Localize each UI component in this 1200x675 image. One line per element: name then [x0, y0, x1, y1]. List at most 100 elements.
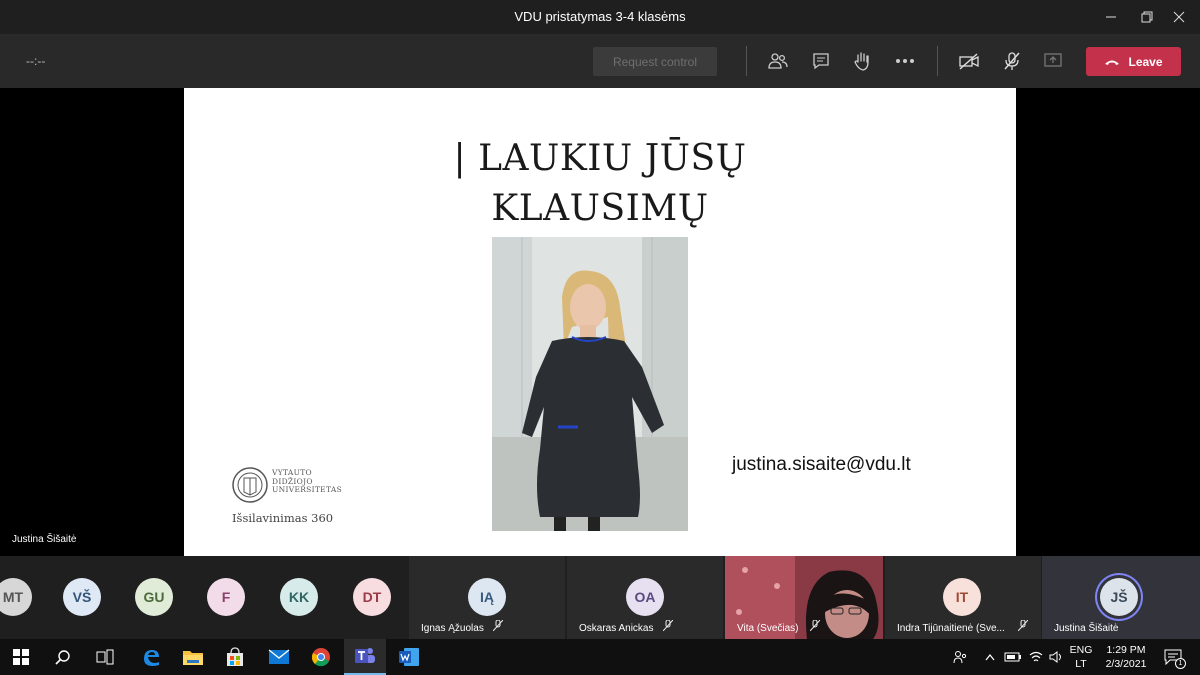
more-actions-button[interactable]: [890, 47, 920, 75]
microphone-off-icon: [1004, 52, 1020, 70]
raise-hand-icon: [854, 52, 869, 71]
clock-time: 1:29 PM: [1106, 644, 1146, 656]
leave-button[interactable]: Leave: [1086, 47, 1181, 76]
participant-avatar[interactable]: KK: [280, 578, 318, 616]
battery-status[interactable]: [1002, 639, 1024, 675]
presenter-photo: [492, 237, 688, 531]
wifi-icon: [1029, 651, 1043, 662]
toolbar-separator: [937, 46, 938, 76]
word-icon: [399, 648, 419, 666]
chrome-icon: [311, 648, 330, 667]
university-logo: VYTAUTO DIDŽIOJO UNIVERSITETAS Išsilavin…: [230, 466, 370, 530]
chevron-up-icon: [985, 654, 995, 661]
participant-avatar: IT: [943, 578, 981, 616]
mail-icon: [268, 649, 290, 664]
participant-avatar[interactable]: DT: [353, 578, 391, 616]
window-title-bar: VDU pristatymas 3-4 klasėms: [0, 0, 1200, 34]
camera-toggle-button[interactable]: [954, 47, 984, 75]
windows-taskbar: ENG LT 1:29 PM 2/3/2021 1: [0, 639, 1200, 675]
participant-tile[interactable]: IĄ Ignas Ąžuolas: [409, 556, 565, 639]
contact-email: justina.sisaite@vdu.lt: [732, 454, 911, 475]
action-center-button[interactable]: 1: [1160, 639, 1186, 675]
taskbar-edge[interactable]: [130, 639, 172, 675]
store-icon: [227, 647, 243, 666]
participant-name: Oskaras Anickas: [579, 623, 654, 634]
battery-icon: [1004, 652, 1021, 662]
participant-avatar[interactable]: VŠ: [63, 578, 101, 616]
chat-icon: [813, 53, 829, 70]
participant-name: Justina Šišaitė: [1054, 623, 1119, 634]
microphone-toggle-button[interactable]: [997, 47, 1027, 75]
logo-tagline: Išsilavinimas 360: [232, 511, 334, 525]
restore-icon: [1141, 11, 1153, 23]
folder-icon: [183, 651, 203, 665]
taskbar-store[interactable]: [214, 639, 256, 675]
notification-count-badge: 1: [1175, 658, 1186, 669]
meeting-toolbar: --:-- Request control Leave: [0, 34, 1200, 88]
leave-label: Leave: [1128, 54, 1163, 69]
task-view-button[interactable]: [84, 639, 126, 675]
taskbar-word[interactable]: [388, 639, 430, 675]
speaker-icon: [1049, 651, 1061, 663]
hang-up-icon: [1105, 60, 1120, 65]
mic-muted-icon: [662, 619, 674, 634]
toolbar-separator: [746, 46, 747, 76]
minimize-icon: [1106, 16, 1116, 18]
clock-date: 2/3/2021: [1105, 658, 1147, 670]
task-view-icon: [96, 649, 114, 665]
participant-strip: MT VŠ GU F KK DT IĄ Ignas Ąžuolas OA Osk…: [0, 556, 1200, 639]
slide-title-line-2: KLAUSIMŲ: [491, 188, 709, 229]
people-tray[interactable]: [950, 639, 970, 675]
more-icon: [896, 59, 914, 63]
participant-tile[interactable]: OA Oskaras Anickas: [567, 556, 723, 639]
language-code: ENG: [1069, 644, 1093, 656]
logo-line-3: UNIVERSITETAS: [272, 485, 343, 494]
network-status[interactable]: [1026, 639, 1046, 675]
participant-avatar: IĄ: [468, 578, 506, 616]
volume-control[interactable]: [1046, 639, 1066, 675]
keyboard-layout: LT: [1075, 658, 1087, 670]
close-window-button[interactable]: [1156, 0, 1200, 34]
windows-icon: [13, 649, 29, 665]
shared-content-stage: | LAUKIU JŪSŲ KLAUSIMŲ justina.sisaite@v…: [0, 88, 1200, 556]
presenter-photo-image: [492, 237, 688, 531]
raise-hand-button[interactable]: [847, 47, 877, 75]
participants-button[interactable]: [763, 47, 793, 75]
participant-tile-self[interactable]: JŠ Justina Šišaitė: [1042, 556, 1200, 639]
participant-video-tile[interactable]: Vita (Svečias): [725, 556, 883, 639]
start-button[interactable]: [0, 639, 42, 675]
participant-avatar-speaking: JŠ: [1100, 578, 1138, 616]
meeting-timer: --:--: [26, 54, 46, 68]
mic-muted-icon: [492, 619, 504, 634]
participant-name: Indra Tijūnaitienė (Sve...: [897, 623, 1005, 634]
people-icon: [953, 651, 967, 664]
taskbar-file-explorer[interactable]: [172, 639, 214, 675]
mic-muted-icon: [1017, 619, 1029, 634]
taskbar-mail[interactable]: [258, 639, 300, 675]
participant-avatar: OA: [626, 578, 664, 616]
teams-icon: [355, 648, 375, 663]
input-language[interactable]: ENG LT: [1064, 643, 1098, 671]
request-control-button[interactable]: Request control: [593, 47, 717, 76]
close-icon: [1173, 11, 1185, 23]
participant-name: Vita (Svečias): [737, 623, 799, 634]
taskbar-teams[interactable]: [344, 639, 386, 675]
mic-muted-icon: [809, 619, 821, 634]
participant-tile[interactable]: IT Indra Tijūnaitienė (Sve...: [885, 556, 1041, 639]
taskbar-chrome[interactable]: [300, 639, 342, 675]
participant-avatar[interactable]: MT: [0, 578, 32, 616]
participant-avatar[interactable]: GU: [135, 578, 173, 616]
participant-name: Ignas Ąžuolas: [421, 623, 484, 634]
share-screen-button[interactable]: [1038, 47, 1068, 75]
participant-avatar[interactable]: F: [207, 578, 245, 616]
search-icon: [55, 650, 70, 665]
slide-title-line-1: | LAUKIU JŪSŲ: [453, 138, 747, 179]
presenter-name-label: Justina Šišaitė: [12, 534, 77, 545]
edge-icon: [144, 650, 159, 666]
search-button[interactable]: [42, 639, 84, 675]
system-clock[interactable]: 1:29 PM 2/3/2021: [1098, 643, 1154, 671]
show-hidden-icons[interactable]: [982, 639, 998, 675]
people-icon: [768, 53, 788, 69]
chat-button[interactable]: [806, 47, 836, 75]
window-title: VDU pristatymas 3-4 klasėms: [514, 9, 686, 24]
